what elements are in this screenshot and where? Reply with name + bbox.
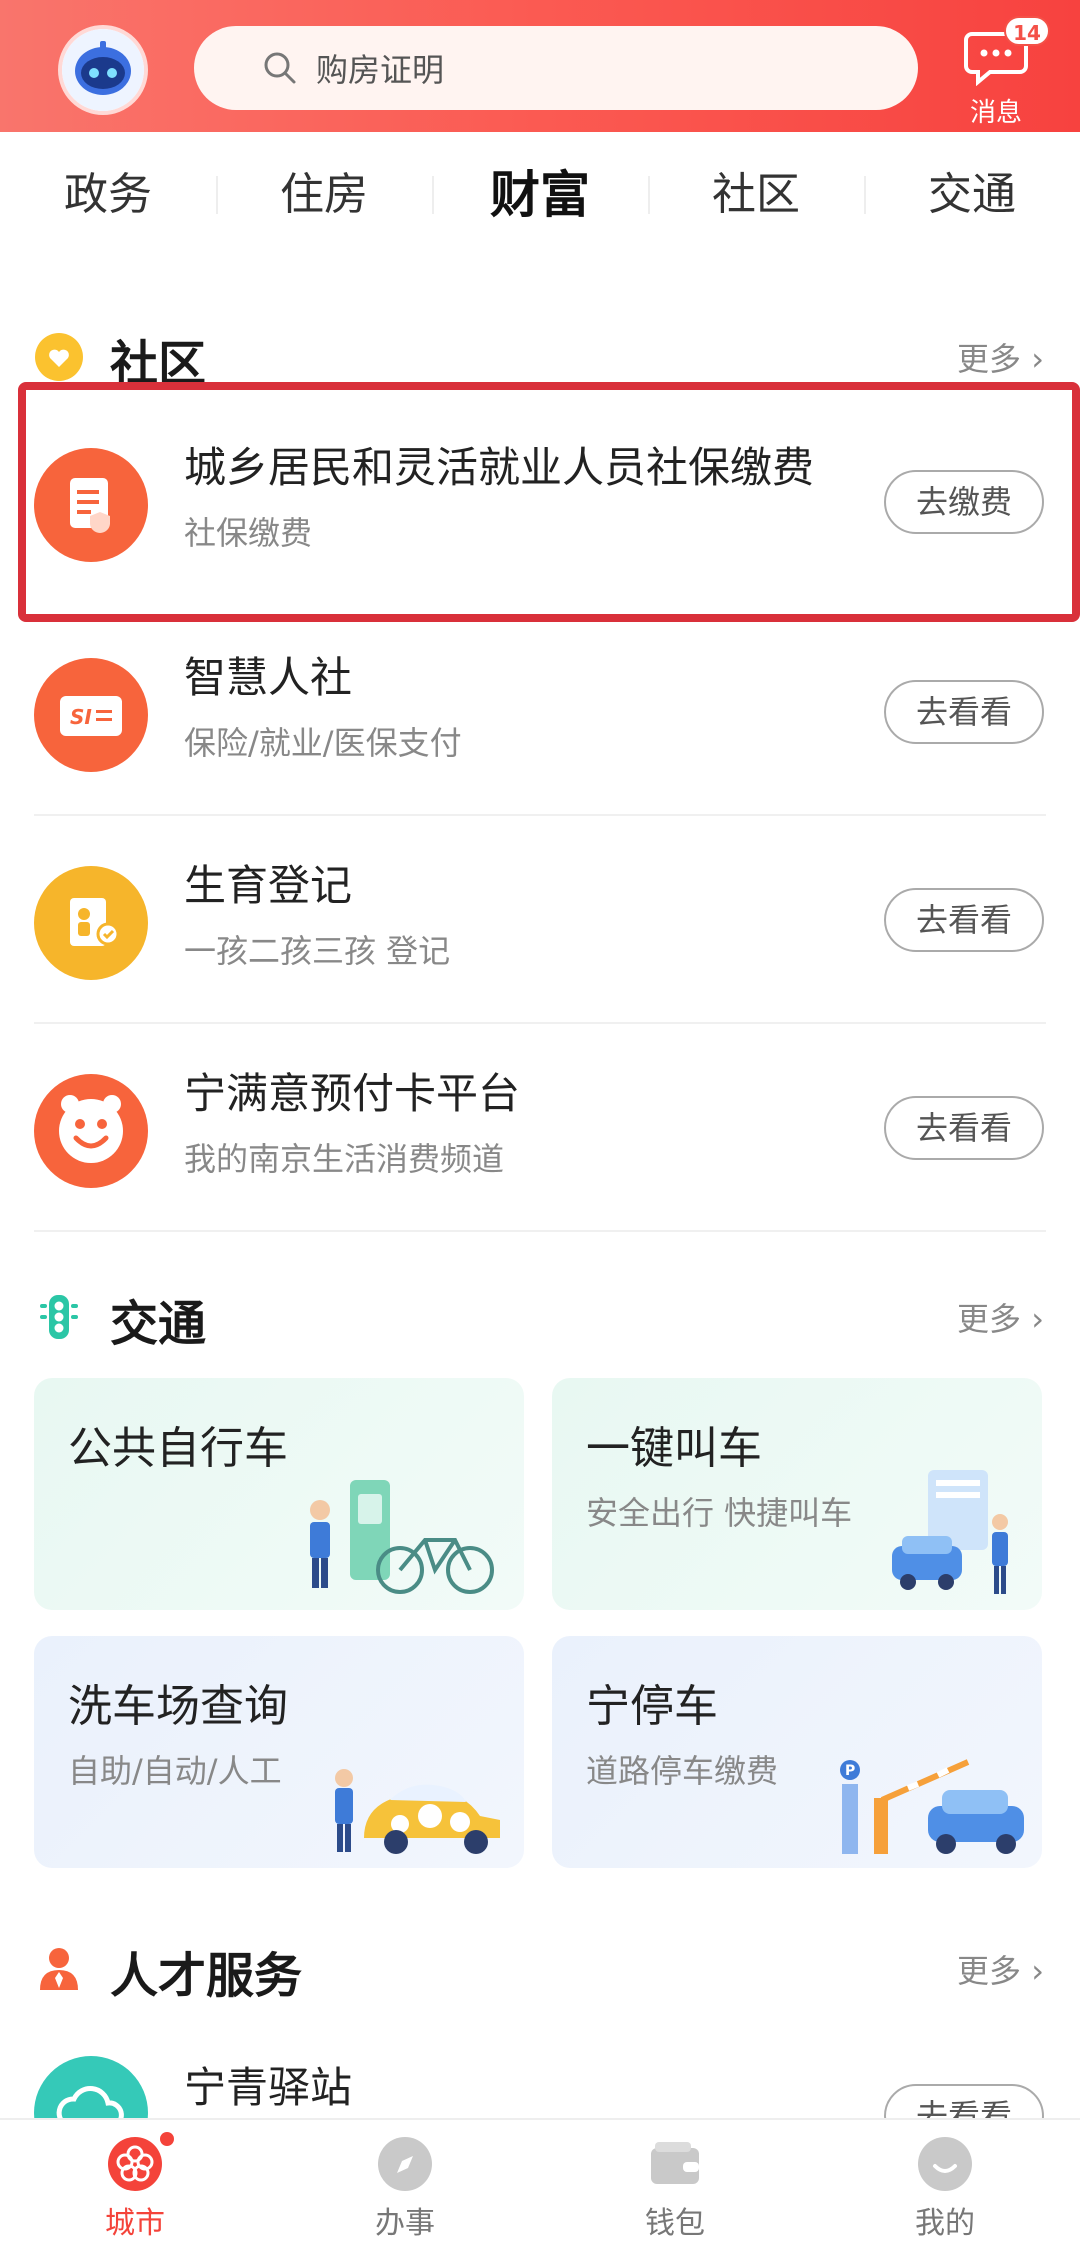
search-icon (264, 52, 296, 84)
community-section-header: 社区 更多 › (0, 320, 1080, 392)
community-more-link[interactable]: 更多 › (957, 334, 1044, 380)
nav-label: 我的 (915, 2206, 975, 2241)
item-title: 生育登记 (184, 861, 353, 910)
tab-wealth[interactable]: 财富 (432, 150, 648, 240)
item-subtitle: 保险/就业/医保支付 (184, 724, 462, 762)
nav-label: 办事 (375, 2206, 435, 2241)
list-item-smart-hr[interactable]: SI 智慧人社 保险/就业/医保支付 去看看 (0, 608, 1080, 814)
item-title: 智慧人社 (184, 653, 353, 702)
card-parking[interactable]: 宁停车 道路停车缴费 P (552, 1636, 1042, 1868)
nav-city[interactable]: 城市 (0, 2120, 270, 2247)
wallet-icon (651, 2142, 699, 2184)
parking-gate-icon: P (840, 1759, 1024, 1854)
talent-title: 人才服务 (110, 1948, 303, 2004)
divider (34, 1230, 1046, 1232)
nav-label: 城市 (105, 2206, 165, 2241)
talent-more-link[interactable]: 更多 › (957, 1946, 1044, 1992)
item-subtitle: 我的南京生活消费频道 (184, 1140, 505, 1178)
person-icon (40, 1948, 78, 1990)
tab-community[interactable]: 社区 (648, 150, 864, 240)
traffic-section-header: 交通 更多 › (0, 1280, 1080, 1352)
search-bar[interactable]: 购房证明 (194, 26, 918, 110)
top-header: 购房证明 14 消息 (0, 0, 1080, 132)
card-public-bike[interactable]: 公共自行车 (34, 1378, 524, 1610)
list-item-prepaid-card[interactable]: 宁满意预付卡平台 我的南京生活消费频道 去看看 (0, 1024, 1080, 1230)
nav-wallet[interactable]: 钱包 (540, 2120, 810, 2247)
smile-icon (34, 1074, 148, 1188)
list-item-birth-registration[interactable]: 生育登记 一孩二孩三孩 登记 去看看 (0, 816, 1080, 1022)
svg-text:P: P (845, 1763, 855, 1779)
taxi-icon (892, 1470, 1008, 1594)
view-button[interactable]: 去看看 (884, 680, 1044, 744)
notification-dot (160, 2132, 174, 2146)
city-flower-icon (108, 2137, 162, 2191)
nav-label: 钱包 (645, 2206, 705, 2241)
robot-avatar-icon[interactable] (58, 25, 148, 115)
nav-services[interactable]: 办事 (270, 2120, 540, 2247)
view-button[interactable]: 去看看 (884, 888, 1044, 952)
messages-label: 消息 (969, 98, 1022, 128)
svg-text:SI: SI (70, 705, 92, 729)
heart-bubble-icon (35, 333, 83, 381)
profile-smile-icon (918, 2137, 972, 2191)
birth-register-icon (34, 866, 148, 980)
card-subtitle: 安全出行 快捷叫车 (586, 1494, 853, 1532)
card-title: 宁停车 (586, 1681, 718, 1732)
talent-section-header: 人才服务 更多 › (0, 1932, 1080, 2004)
message-count-badge: 14 (1004, 16, 1050, 46)
card-car-wash[interactable]: 洗车场查询 自助/自动/人工 (34, 1636, 524, 1868)
search-placeholder: 购房证明 (316, 51, 445, 89)
card-title: 公共自行车 (68, 1423, 288, 1474)
item-subtitle: 一孩二孩三孩 登记 (184, 932, 451, 970)
category-tabs: 政务 住房 财富 社区 交通 (0, 150, 1080, 240)
card-call-taxi[interactable]: 一键叫车 安全出行 快捷叫车 (552, 1378, 1042, 1610)
card-subtitle: 道路停车缴费 (586, 1752, 779, 1790)
card-title: 洗车场查询 (68, 1681, 288, 1732)
messages-button[interactable]: 14 消息 (960, 16, 1060, 128)
bottom-navigation: 城市 办事 钱包 我的 (0, 2118, 1080, 2247)
nav-mine[interactable]: 我的 (810, 2120, 1080, 2247)
traffic-more-link[interactable]: 更多 › (957, 1294, 1044, 1340)
tab-traffic[interactable]: 交通 (864, 150, 1080, 240)
highlight-box (18, 382, 1080, 622)
card-subtitle: 自助/自动/人工 (68, 1752, 282, 1790)
si-card-icon: SI (34, 658, 148, 772)
traffic-title: 交通 (110, 1296, 207, 1352)
tab-government[interactable]: 政务 (0, 150, 216, 240)
item-title: 宁青驿站 (184, 2063, 353, 2112)
bicycle-icon (310, 1480, 494, 1594)
tab-housing[interactable]: 住房 (216, 150, 432, 240)
item-title: 宁满意预付卡平台 (184, 1069, 521, 1118)
view-button[interactable]: 去看看 (884, 1096, 1044, 1160)
compass-icon (378, 2137, 432, 2191)
card-title: 一键叫车 (586, 1423, 762, 1474)
traffic-light-icon (40, 1295, 78, 1339)
car-wash-icon (335, 1769, 500, 1854)
